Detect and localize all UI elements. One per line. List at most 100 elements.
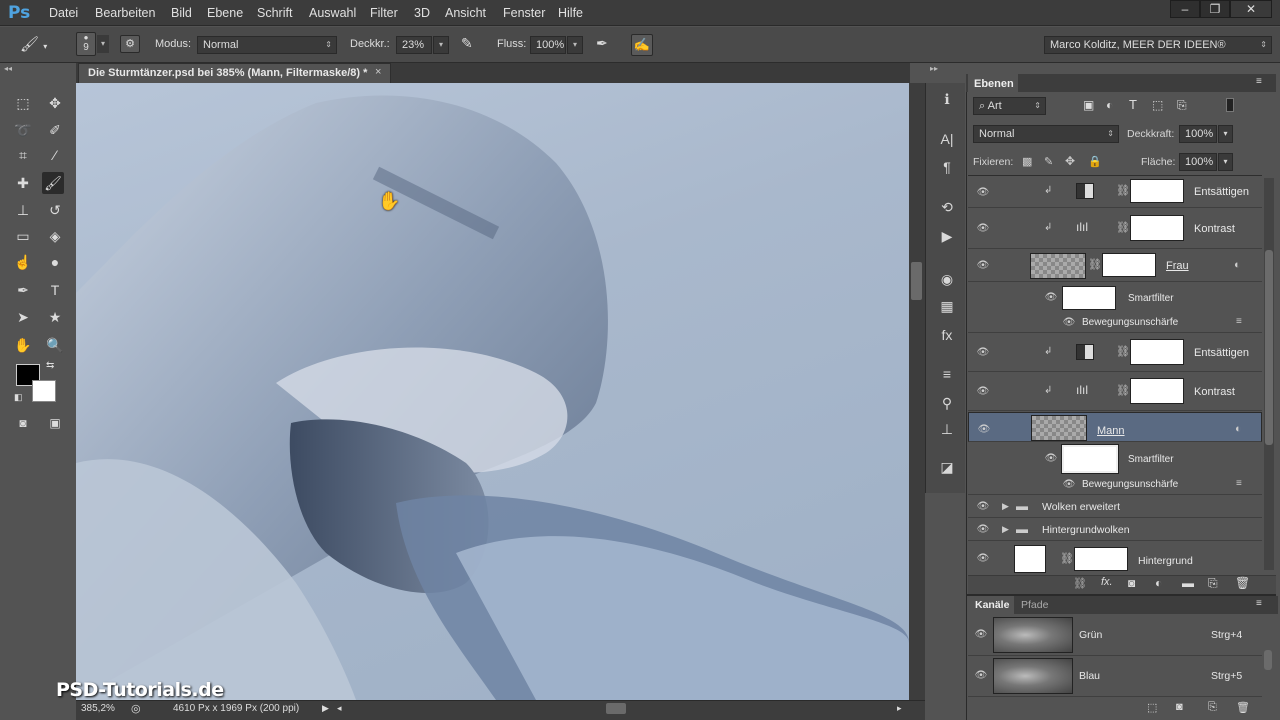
layer-row-bewegungsunschaerfe-1[interactable]: 👁 Bewegungsunschärfe ≡ <box>968 313 1262 333</box>
panel-menu-icon[interactable]: ≡ <box>1256 76 1262 87</box>
channel-row-blau[interactable]: 👁 Blau Strg+5 <box>968 656 1262 697</box>
crop-tool-icon[interactable]: ⌗ <box>12 144 34 166</box>
visibility-eye-icon[interactable]: 👁 <box>976 501 990 512</box>
menu-bild[interactable]: Bild <box>171 6 192 20</box>
layer-filter-select[interactable]: ⌕ Art ⇕ <box>973 97 1046 115</box>
path-selection-tool-icon[interactable]: ➤ <box>12 306 34 328</box>
link-chain-icon[interactable]: ⛓ <box>1116 221 1130 234</box>
new-group-icon[interactable]: ▬ <box>1182 576 1194 590</box>
filter-options-icon[interactable]: ≡ <box>1236 316 1242 327</box>
scroll-right-icon[interactable]: ▸ <box>897 703 902 714</box>
brush-panel-toggle-icon[interactable]: ⚙ <box>120 35 140 53</box>
paragraph-panel-icon[interactable]: ¶ <box>936 156 958 178</box>
menu-datei[interactable]: Datei <box>49 6 78 20</box>
visibility-eye-icon[interactable]: 👁 <box>976 524 990 535</box>
flow-input[interactable]: 100% <box>530 36 566 54</box>
filter-smartobject-icon[interactable]: ⎘ <box>1177 98 1187 113</box>
zoom-level[interactable]: 385,2% <box>81 703 115 714</box>
link-chain-icon[interactable]: ⛓ <box>1116 345 1130 358</box>
status-info-icon[interactable]: ◎ <box>131 702 141 715</box>
filter-options-icon[interactable]: ≡ <box>1236 478 1242 489</box>
visibility-eye-icon[interactable]: 👁 <box>976 347 990 358</box>
layer-row-smartfilter-2[interactable]: 👁 Smartfilter <box>968 443 1262 475</box>
menu-auswahl[interactable]: Auswahl <box>309 6 356 20</box>
filter-mask-thumb[interactable] <box>1061 444 1119 474</box>
layer-row-kontrast-1[interactable]: 👁 ↲ ılıl ⛓ Kontrast <box>968 209 1262 249</box>
lock-transparency-icon[interactable]: ▩ <box>1022 155 1032 168</box>
eyedropper-tool-icon[interactable]: ⁄ <box>44 144 66 166</box>
quick-mask-icon[interactable]: ◙ <box>12 412 34 434</box>
link-chain-icon[interactable]: ⛓ <box>1116 384 1130 397</box>
vertical-scrollbar[interactable] <box>909 83 925 700</box>
document-canvas[interactable]: ✋ <box>76 83 909 700</box>
fill-dropdown-icon[interactable]: ▾ <box>1218 153 1233 171</box>
fx-icon[interactable]: fx. <box>1101 576 1113 588</box>
collapse-toolbox-icon[interactable]: ◂◂ <box>4 64 12 73</box>
filter-adjustment-icon[interactable]: ◐ <box>1106 98 1113 112</box>
layer-opacity-input[interactable]: 100% <box>1179 125 1217 143</box>
type-tool-icon[interactable]: T <box>44 279 66 301</box>
flow-dropdown-icon[interactable]: ▾ <box>567 36 583 54</box>
swatches-panel-icon[interactable]: ▦ <box>936 295 958 317</box>
layer-mask-thumb[interactable] <box>1130 339 1184 365</box>
blend-mode-select[interactable]: Normal ⇕ <box>973 125 1119 143</box>
clone-stamp-tool-icon[interactable]: ⊥ <box>12 199 34 221</box>
menu-filter[interactable]: Filter <box>370 6 398 20</box>
brush-presets-panel-icon[interactable]: ⚲ <box>936 392 958 414</box>
opacity-input[interactable]: 23% <box>396 36 432 54</box>
horizontal-scroll-thumb[interactable] <box>606 703 626 714</box>
filter-type-icon[interactable]: T <box>1129 97 1137 112</box>
status-menu-arrow-icon[interactable]: ▶ <box>322 703 329 714</box>
background-color-swatch[interactable] <box>32 380 56 402</box>
layer-row-mann[interactable]: 👁 Mann ◐ <box>968 412 1262 442</box>
layers-scroll-thumb[interactable] <box>1265 250 1273 445</box>
lock-all-icon[interactable]: 🔒 <box>1088 155 1102 168</box>
airbrush-icon[interactable]: ✒ <box>596 35 616 55</box>
pressure-opacity-icon[interactable]: ✎ <box>461 35 481 55</box>
pressure-size-icon[interactable]: ✍ <box>631 34 653 56</box>
actions-panel-icon[interactable]: ▶ <box>936 225 958 247</box>
color-panel-icon[interactable]: ◉ <box>936 268 958 290</box>
minimize-button[interactable]: – <box>1170 0 1200 18</box>
link-chain-icon[interactable]: ⛓ <box>1116 184 1130 197</box>
custom-shape-tool-icon[interactable]: ★ <box>44 306 66 328</box>
layer-row-frau[interactable]: 👁 ⛓ Frau ◐ <box>968 250 1262 282</box>
layer-row-hintergrundwolken[interactable]: 👁 ▶ ▬ Hintergrundwolken <box>968 519 1262 541</box>
menu-schrift[interactable]: Schrift <box>257 6 292 20</box>
screen-mode-icon[interactable]: ▣ <box>44 412 66 434</box>
visibility-eye-icon[interactable]: 👁 <box>976 223 990 234</box>
add-mask-icon[interactable]: ◙ <box>1128 576 1135 590</box>
move-tool-icon[interactable]: ✥ <box>44 92 66 114</box>
spot-healing-tool-icon[interactable]: ✚ <box>12 172 34 194</box>
link-chain-icon[interactable]: ⛓ <box>1060 552 1074 565</box>
zoom-tool-icon[interactable]: 🔍 <box>44 334 66 356</box>
dodge-tool-icon[interactable]: ● <box>44 251 66 273</box>
brush-picker-dropdown-icon[interactable]: ▾ <box>97 35 109 53</box>
hand-tool-icon[interactable]: ✋ <box>12 334 34 356</box>
channel-row-gruen[interactable]: 👁 Grün Strg+4 <box>968 615 1262 656</box>
layer-mask-thumb[interactable] <box>1102 253 1156 277</box>
adjustments-panel-icon[interactable]: ≡ <box>936 363 958 385</box>
layer-row-bewegungsunschaerfe-2[interactable]: 👁 Bewegungsunschärfe ≡ <box>968 475 1262 495</box>
smudge-tool-icon[interactable]: ☝ <box>12 251 34 273</box>
menu-3d[interactable]: 3D <box>414 6 430 20</box>
layer-mask-thumb[interactable] <box>1130 179 1184 203</box>
filter-mask-thumb[interactable] <box>1062 286 1116 310</box>
expand-dock-icon[interactable]: ▸▸ <box>930 64 938 73</box>
tab-pfade[interactable]: Pfade <box>1021 599 1048 611</box>
layer-opacity-dropdown-icon[interactable]: ▾ <box>1218 125 1233 143</box>
layer-row-hintergrund[interactable]: 👁 ⛓ Hintergrund <box>968 542 1262 574</box>
panel-menu-icon[interactable]: ≡ <box>1256 598 1262 609</box>
restore-button[interactable]: ❐ <box>1200 0 1230 18</box>
eraser-tool-icon[interactable]: ▭ <box>12 225 34 247</box>
visibility-eye-icon[interactable]: 👁 <box>976 260 990 271</box>
opacity-dropdown-icon[interactable]: ▾ <box>433 36 449 54</box>
channels-scroll-thumb[interactable] <box>1264 650 1272 670</box>
layer-mask-thumb[interactable] <box>1074 547 1128 571</box>
visibility-eye-icon[interactable]: 👁 <box>976 187 990 198</box>
menu-ebene[interactable]: Ebene <box>207 6 243 20</box>
brush-tool-icon[interactable]: 🖌 <box>42 172 64 194</box>
new-channel-icon[interactable]: ⎘ <box>1208 701 1217 714</box>
default-colors-icon[interactable]: ◧ <box>14 392 23 403</box>
brush-tool-preset-icon[interactable]: 🖌 ▾ <box>20 35 60 55</box>
